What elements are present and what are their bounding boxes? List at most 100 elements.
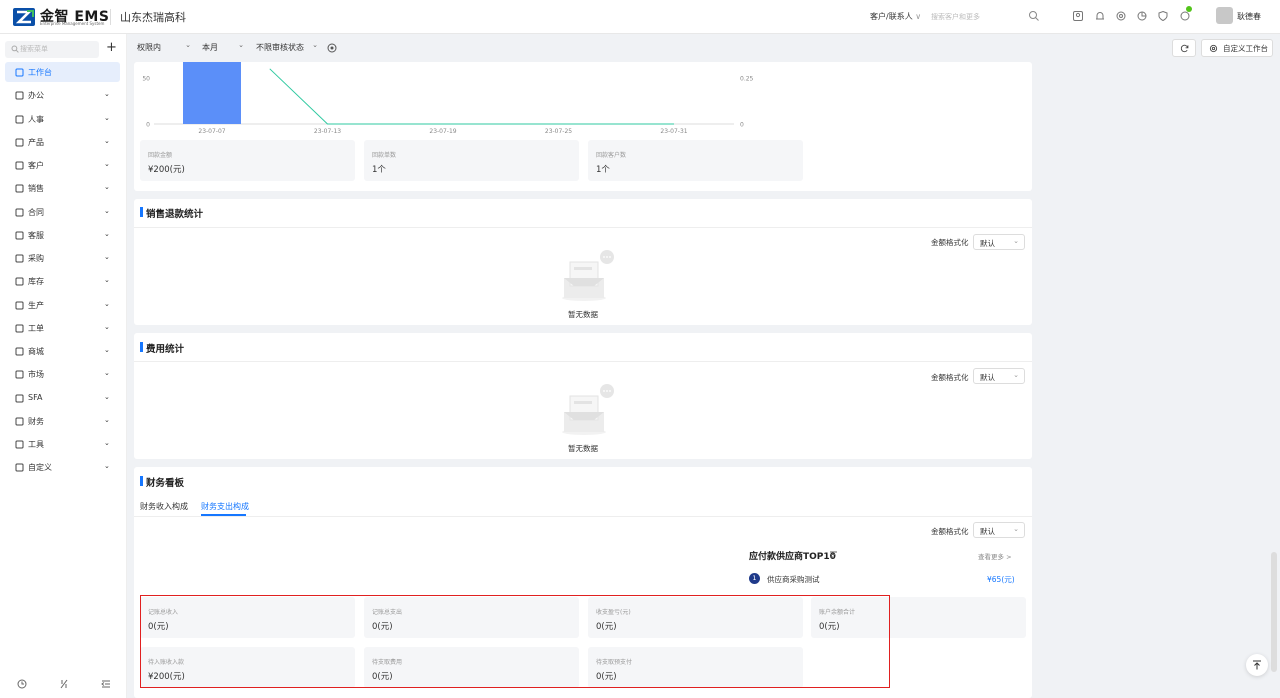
sidebar-item[interactable]: 合同 ⌄ xyxy=(15,205,115,221)
sidebar-item[interactable]: 人事 ⌄ xyxy=(15,112,115,128)
stat-label: 回款金额 xyxy=(148,152,173,159)
store-icon xyxy=(15,347,24,356)
x-tick-label: 23-07-25 xyxy=(545,128,572,135)
sidebar-item[interactable]: 库存 ⌄ xyxy=(15,274,115,290)
sidebar-item[interactable]: 采购 ⌄ xyxy=(15,251,115,267)
format-label: 金额格式化 xyxy=(931,527,969,536)
chevron-down-icon: ⌄ xyxy=(104,113,110,122)
chevron-down-icon: ⌄ xyxy=(1013,237,1019,245)
section-title: 财务看板 xyxy=(146,478,185,489)
format-select[interactable]: 默认 ⌄ xyxy=(973,368,1025,384)
monitor-icon xyxy=(15,91,24,100)
document-icon xyxy=(15,208,24,216)
sort-icon[interactable] xyxy=(830,551,837,558)
refresh-button[interactable] xyxy=(1172,39,1196,57)
bell-icon[interactable] xyxy=(1094,10,1106,22)
search-icon[interactable] xyxy=(1028,10,1040,22)
divider xyxy=(134,516,1032,517)
contacts-icon[interactable] xyxy=(1072,10,1084,22)
filter-settings-icon[interactable] xyxy=(327,43,337,53)
username[interactable]: 耿德春 xyxy=(1237,11,1261,22)
sidebar-item[interactable]: 工作台 xyxy=(15,65,115,81)
chevron-down-icon: ⌄ xyxy=(104,90,110,99)
scrollbar-thumb[interactable] xyxy=(1271,552,1277,672)
divider xyxy=(134,361,1032,362)
collapse-menu-icon[interactable] xyxy=(101,679,111,689)
grid-icon xyxy=(15,68,24,77)
x-tick-label: 23-07-13 xyxy=(314,128,341,135)
tab-income[interactable]: 财务收入构成 xyxy=(140,501,188,512)
refresh-icon xyxy=(1180,44,1189,53)
add-icon[interactable]: + xyxy=(106,40,117,55)
sidebar-item[interactable]: 客服 ⌄ xyxy=(15,228,115,244)
top-supplier-title: 应付款供应商TOP10 xyxy=(749,552,836,562)
percent-icon[interactable] xyxy=(59,679,69,689)
sidebar-item-label: 产品 xyxy=(28,137,44,147)
customer-type-select[interactable]: 客户/联系人 ∨ xyxy=(870,11,921,22)
sidebar-item[interactable]: 市场 ⌄ xyxy=(15,367,115,383)
supplier-name[interactable]: 供应商采购测试 xyxy=(767,574,820,585)
sidebar-item[interactable]: 财务 ⌄ xyxy=(15,414,115,430)
tab-expense[interactable]: 财务支出构成 xyxy=(201,501,249,512)
sidebar-item[interactable]: 工具 ⌄ xyxy=(15,437,115,453)
box-icon xyxy=(15,138,24,147)
stat-value: 1个 xyxy=(372,165,386,175)
sidebar-item-label: 合同 xyxy=(28,207,44,217)
sidebar-item[interactable]: 生产 ⌄ xyxy=(15,298,115,314)
chart-pie-icon[interactable] xyxy=(1136,10,1148,22)
customize-workbench-button[interactable]: 自定义工作台 xyxy=(1201,39,1273,57)
shield-icon[interactable] xyxy=(1157,10,1169,22)
x-tick-label: 23-07-07 xyxy=(198,128,225,135)
receipt-chart: 50 0 0.25 0 23-07-07 23-07-13 23-07-19 23-07-25… xyxy=(142,62,754,135)
stat-card: 回款单数 1个 xyxy=(364,140,579,181)
sidebar-item[interactable]: SFA ⌄ xyxy=(15,391,115,407)
chevron-down-icon: ⌄ xyxy=(104,415,110,424)
sidebar-item[interactable]: 产品 ⌄ xyxy=(15,135,115,151)
format-select[interactable]: 默认 ⌄ xyxy=(973,234,1025,250)
section-title: 销售退款统计 xyxy=(146,209,204,220)
sliders-icon xyxy=(15,301,24,309)
format-select[interactable]: 默认 ⌄ xyxy=(973,522,1025,538)
bar[interactable] xyxy=(183,62,241,124)
sidebar-item-label: 客服 xyxy=(28,230,44,240)
line-series[interactable] xyxy=(269,68,674,125)
sidebar-item-label: 销售 xyxy=(28,184,44,194)
chevron-down-icon: ⌄ xyxy=(104,462,110,471)
stat-card: 回款金额 ¥200(元) xyxy=(140,140,355,181)
sidebar-item[interactable]: 商城 ⌄ xyxy=(15,344,115,360)
global-search-input[interactable]: 搜索客户和更多 xyxy=(931,12,980,22)
avatar[interactable] xyxy=(1216,7,1233,24)
sidebar-footer xyxy=(0,672,127,698)
view-more-link[interactable]: 查看更多 > xyxy=(978,551,1012,561)
sidebar-item[interactable]: 自定义 ⌄ xyxy=(15,460,115,476)
sidebar-item[interactable]: 销售 ⌄ xyxy=(15,181,115,197)
supplier-amount: ¥65(元) xyxy=(987,575,1015,584)
period-filter[interactable]: 本月 ⌄ xyxy=(202,40,244,56)
top-bar xyxy=(0,0,1280,34)
back-to-top-button[interactable] xyxy=(1246,654,1268,676)
sidebar-item[interactable]: 客户 ⌄ xyxy=(15,158,115,174)
scope-filter[interactable]: 权限内 ⌄ xyxy=(137,40,191,56)
company-name: 山东杰瑞高科 xyxy=(120,11,186,24)
history-icon[interactable] xyxy=(17,679,27,689)
stat-value: ¥200(元) xyxy=(148,165,185,175)
chevron-down-icon: ⌄ xyxy=(104,183,110,192)
toolbox-icon xyxy=(15,440,24,449)
chart-icon xyxy=(15,161,24,170)
sidebar-item-label: 商城 xyxy=(28,347,44,356)
sidebar-item[interactable]: 办公 ⌄ xyxy=(15,88,115,104)
notification-badge xyxy=(1186,6,1192,12)
sidebar-item-label: 市场 xyxy=(28,370,44,380)
headset-icon xyxy=(15,231,24,240)
format-label: 金额格式化 xyxy=(931,238,969,247)
settings-icon[interactable] xyxy=(1115,10,1127,22)
chevron-down-icon: ⌄ xyxy=(185,41,191,49)
sidebar xyxy=(0,34,127,698)
target-icon xyxy=(15,184,24,193)
audit-status-filter[interactable]: 不限审核状态 ⌄ xyxy=(256,40,318,56)
sidebar-item-label: 自定义 xyxy=(28,463,52,473)
warehouse-icon xyxy=(15,277,24,286)
sidebar-item[interactable]: 工单 ⌄ xyxy=(15,321,115,337)
bank-icon xyxy=(15,417,24,426)
sidebar-item-label: 办公 xyxy=(28,91,44,101)
